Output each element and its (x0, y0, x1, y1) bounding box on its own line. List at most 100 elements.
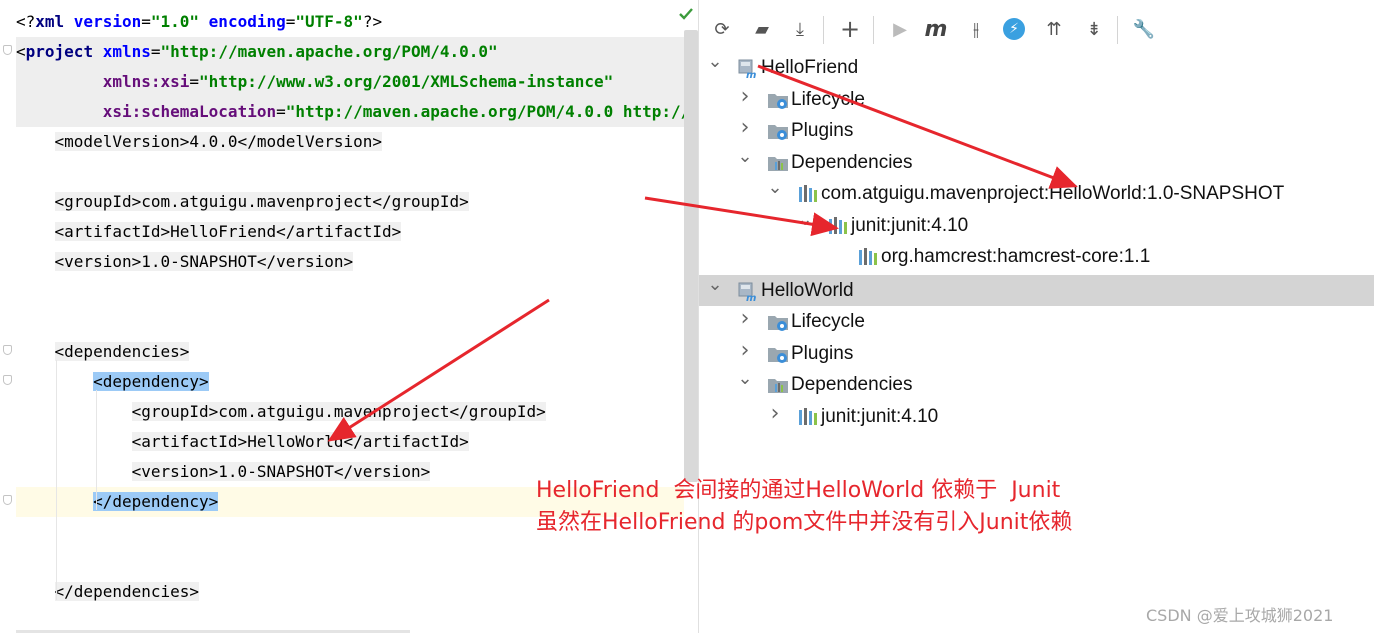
code-line[interactable]: </dependencies> (16, 577, 684, 607)
tree-row-plugins[interactable]: › Plugins (699, 115, 1374, 146)
maven-goal-icon[interactable]: m (923, 16, 949, 42)
code-line[interactable]: <modelVersion>4.0.0</modelVersion> (16, 127, 684, 157)
code-line[interactable]: <project xmlns="http://maven.apache.org/… (16, 37, 684, 67)
chevron-right-icon[interactable]: › (735, 85, 755, 107)
tree-row-dependencies[interactable]: ⌄ Dependencies (699, 146, 1374, 178)
tree-item-label: org.hamcrest:hamcrest-core:1.1 (881, 246, 1151, 267)
fold-marker-icon[interactable] (3, 345, 12, 355)
code-token: xmlns:xsi (102, 72, 190, 91)
code-line[interactable]: <?xml version="1.0" encoding="UTF-8"?> (16, 7, 684, 37)
add-icon[interactable]: + (837, 15, 863, 43)
download-icon[interactable]: ⤓ (787, 16, 813, 42)
generate-sources-icon[interactable]: ▰ (749, 16, 775, 42)
code-token: "http://maven.apache.org/POM/4.0.0" (160, 42, 498, 61)
tree-row-junit-junit-4-10[interactable]: › junit:junit:4.10 (699, 401, 1374, 432)
chevron-right-icon[interactable]: › (735, 339, 755, 361)
collapse-all-icon[interactable]: ⇟ (1081, 16, 1107, 42)
code-token: = (285, 12, 296, 31)
code-line[interactable]: <groupId>com.atguigu.mavenproject</group… (16, 397, 684, 427)
watermark: CSDN @爱上攻城狮2021 (1146, 606, 1334, 625)
tree-row-lifecycle[interactable]: › Lifecycle (699, 84, 1374, 115)
library-icon (857, 246, 879, 268)
annotation-line-1: HelloFriend 会间接的通过HelloWorld 依赖于 Junit (536, 478, 1061, 503)
lifecycle-folder-icon (767, 89, 789, 111)
code-token: xmlns (102, 42, 151, 61)
tree-row-helloworld[interactable]: ⌄ m HelloWorld (699, 274, 1374, 306)
code-line[interactable]: <groupId>com.atguigu.mavenproject</group… (16, 187, 684, 217)
run-icon[interactable]: ▶ (887, 16, 913, 42)
tree-row-plugins[interactable]: › Plugins (699, 338, 1374, 369)
tree-item-label: com.atguigu.mavenproject:HelloWorld:1.0-… (821, 183, 1285, 204)
svg-text:m: m (746, 293, 756, 302)
code-token: < (16, 42, 26, 61)
code-line[interactable]: xsi:schemaLocation="http://maven.apache.… (16, 97, 698, 127)
fold-marker-icon[interactable] (3, 45, 12, 55)
tree-item-label: Plugins (791, 120, 854, 141)
code-token: <dependencies> (54, 342, 190, 361)
tree-row-lifecycle[interactable]: › Lifecycle (699, 306, 1374, 337)
chevron-right-icon[interactable]: › (735, 117, 755, 139)
tree-row-dependencies[interactable]: ⌄ Dependencies (699, 369, 1374, 400)
code-line[interactable] (16, 157, 684, 187)
tree-item-label: Lifecycle (791, 311, 865, 332)
dependencies-folder-icon (767, 152, 789, 174)
code-line[interactable]: xmlns:xsi="http://www.w3.org/2001/XMLSch… (16, 67, 684, 97)
toolbar-separator (1117, 16, 1118, 44)
chevron-down-icon[interactable]: ⌄ (735, 369, 755, 389)
settings-wrench-icon[interactable]: 🔧 (1131, 16, 1157, 42)
code-token: </dependency> (93, 492, 219, 511)
code-line[interactable] (16, 307, 684, 337)
code-line[interactable]: <artifactId>HelloWorld</artifactId> (16, 427, 684, 457)
fold-marker-icon[interactable] (3, 375, 12, 385)
code-line[interactable]: <dependencies> (16, 337, 684, 367)
tree-row-org-hamcrest-hamcrest-core-1-1[interactable]: org.hamcrest:hamcrest-core:1.1 (699, 241, 1374, 272)
fold-marker-icon[interactable] (3, 495, 12, 505)
code-line[interactable]: <dependency> (16, 367, 684, 397)
code-token: version (73, 12, 142, 31)
dependencies-folder-icon (767, 374, 789, 396)
code-token: = (276, 102, 286, 121)
code-token: <? (16, 12, 36, 31)
tree-row-hellofriend[interactable]: ⌄ m HelloFriend (699, 52, 1374, 83)
chevron-right-icon[interactable]: › (765, 402, 785, 424)
toggle-offline-icon[interactable]: ⫲ (963, 16, 989, 42)
code-token: = (141, 12, 151, 31)
chevron-down-icon[interactable]: ⌄ (765, 178, 785, 198)
code-token: <artifactId>HelloWorld</artifactId> (131, 432, 469, 451)
inspection-ok-icon[interactable] (679, 7, 693, 21)
code-line[interactable] (16, 277, 684, 307)
code-line[interactable] (16, 547, 684, 577)
code-line[interactable]: <version>1.0-SNAPSHOT</version> (16, 247, 684, 277)
chevron-down-icon[interactable]: ⌄ (795, 209, 815, 230)
code-token: "http://maven.apache.org/POM/4.0.0 http:… (285, 102, 698, 121)
chevron-down-icon[interactable]: ⌄ (705, 52, 725, 72)
chevron-right-icon[interactable]: › (735, 308, 755, 330)
code-token: <artifactId>HelloFriend</artifactId> (54, 222, 402, 241)
refresh-icon[interactable]: ⟳ (709, 16, 735, 42)
lifecycle-folder-icon (767, 311, 789, 333)
code-token: <groupId>com.atguigu.mavenproject</group… (54, 192, 469, 211)
code-token: <groupId>com.atguigu.mavenproject</group… (131, 402, 546, 421)
editor-scrollbar[interactable] (684, 30, 698, 482)
code-line[interactable]: <artifactId>HelloFriend</artifactId> (16, 217, 684, 247)
skip-tests-icon[interactable]: ⚡ (1003, 18, 1025, 40)
indent-guide (56, 360, 57, 600)
tree-row-com-atguigu-mavenproject-helloworld-1-0-snapshot[interactable]: ⌄ com.atguigu.mavenproject:HelloWorld:1.0… (699, 178, 1374, 209)
plugins-folder-icon (767, 120, 789, 142)
chevron-down-icon[interactable]: ⌄ (705, 274, 725, 295)
show-dependencies-icon[interactable]: ⇈ (1041, 16, 1067, 42)
code-token: "UTF-8" (295, 12, 363, 31)
svg-text:m: m (746, 70, 756, 79)
chevron-down-icon[interactable]: ⌄ (735, 146, 755, 167)
tree-row-junit-junit-4-10[interactable]: ⌄ junit:junit:4.10 (699, 209, 1374, 241)
tree-item-label: Plugins (791, 342, 854, 364)
